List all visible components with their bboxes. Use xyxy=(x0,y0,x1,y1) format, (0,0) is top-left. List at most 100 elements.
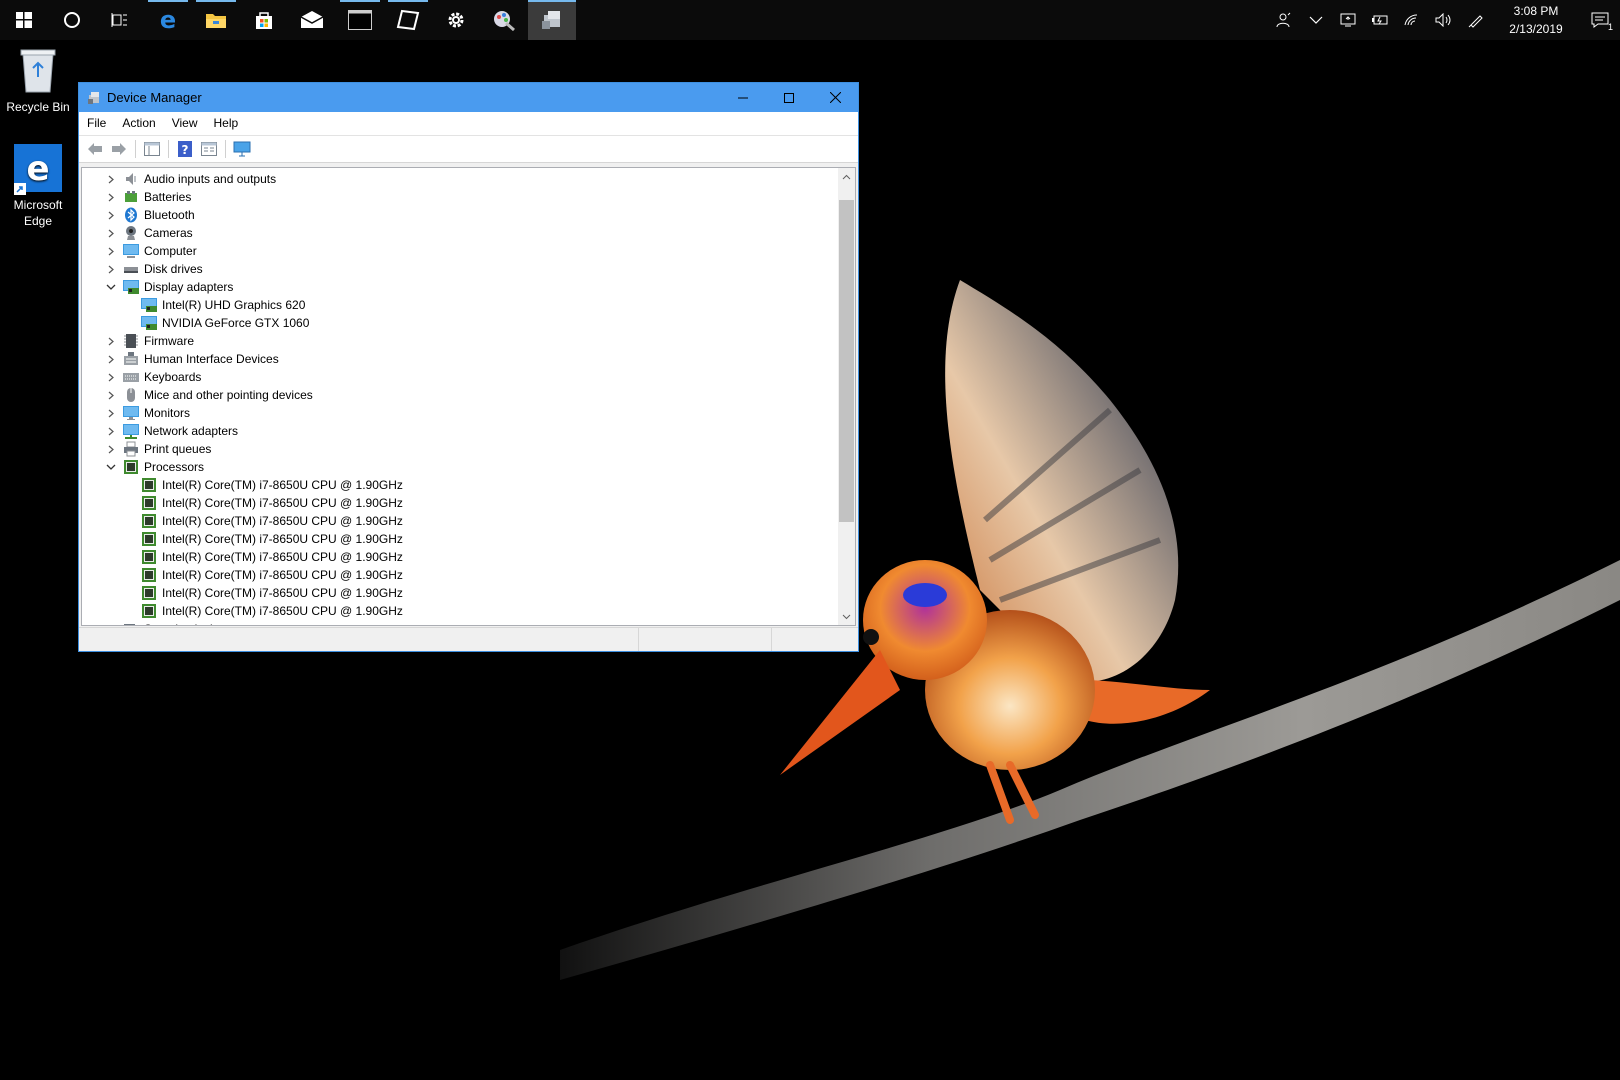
tree-device-row[interactable]: Intel(R) Core(TM) i7-8650U CPU @ 1.90GHz xyxy=(82,584,839,602)
maximize-button[interactable] xyxy=(766,83,812,112)
menu-view[interactable]: View xyxy=(164,112,206,135)
chevron-right-icon[interactable] xyxy=(104,224,118,242)
battery-tray-button[interactable] xyxy=(1364,0,1396,40)
terminal-button[interactable] xyxy=(336,0,384,40)
properties-button[interactable] xyxy=(197,138,220,160)
chevron-right-icon[interactable] xyxy=(104,260,118,278)
help-button[interactable]: ? xyxy=(173,138,196,160)
back-button[interactable] xyxy=(83,138,106,160)
chevron-right-icon[interactable] xyxy=(104,332,118,350)
chevron-right-icon[interactable] xyxy=(104,386,118,404)
tree-item-label: Intel(R) Core(TM) i7-8650U CPU @ 1.90GHz xyxy=(162,478,403,492)
window-titlebar[interactable]: Device Manager xyxy=(79,83,858,112)
menu-file[interactable]: File xyxy=(79,112,114,135)
chevron-right-icon[interactable] xyxy=(104,404,118,422)
settings-button[interactable] xyxy=(432,0,480,40)
minimize-button[interactable] xyxy=(720,83,766,112)
tree-category-row[interactable]: Processors xyxy=(82,458,839,476)
tree-category-row[interactable]: Disk drives xyxy=(82,260,839,278)
edge-taskbar-button[interactable]: e xyxy=(144,0,192,40)
tree-device-row[interactable]: Intel(R) Core(TM) i7-8650U CPU @ 1.90GHz xyxy=(82,530,839,548)
menu-help[interactable]: Help xyxy=(206,112,247,135)
processor-icon xyxy=(140,512,158,530)
scrollbar-thumb[interactable] xyxy=(839,200,854,522)
file-explorer-button[interactable] xyxy=(192,0,240,40)
terminal-icon xyxy=(348,10,372,30)
tree-category-row[interactable]: Audio inputs and outputs xyxy=(82,170,839,188)
volume-tray-button[interactable] xyxy=(1428,0,1460,40)
tree-device-row[interactable]: Intel(R) Core(TM) i7-8650U CPU @ 1.90GHz xyxy=(82,494,839,512)
tree-category-row[interactable]: Bluetooth xyxy=(82,206,839,224)
scroll-down-button[interactable] xyxy=(838,608,855,625)
tree-category-row[interactable]: Keyboards xyxy=(82,368,839,386)
network-tray-button[interactable] xyxy=(1396,0,1428,40)
edge-desktop-icon[interactable]: e Microsoft Edge xyxy=(0,144,76,229)
recycle-bin-desktop-icon[interactable]: Recycle Bin xyxy=(0,44,76,115)
pen-tray-button[interactable] xyxy=(1460,0,1492,40)
tree-category-row[interactable]: Human Interface Devices xyxy=(82,350,839,368)
tree-category-row[interactable]: Firmware xyxy=(82,332,839,350)
tree-category-row[interactable]: Computer xyxy=(82,242,839,260)
chevron-right-icon[interactable] xyxy=(104,422,118,440)
store-bag-icon xyxy=(256,12,272,29)
chevron-right-icon[interactable] xyxy=(104,440,118,458)
vertical-scrollbar[interactable] xyxy=(838,168,855,625)
tree-item-label: Network adapters xyxy=(144,424,239,438)
monitor-icon xyxy=(122,404,140,422)
clock-date: 2/13/2019 xyxy=(1509,22,1563,36)
taskbar-clock[interactable]: 3:08 PM 2/13/2019 xyxy=(1496,2,1576,38)
tree-device-row[interactable]: Intel(R) Core(TM) i7-8650U CPU @ 1.90GHz xyxy=(82,602,839,620)
tree-device-row[interactable]: Intel(R) Core(TM) i7-8650U CPU @ 1.90GHz xyxy=(82,566,839,584)
tree-device-row[interactable]: Intel(R) Core(TM) i7-8650U CPU @ 1.90GHz xyxy=(82,548,839,566)
chevron-right-icon[interactable] xyxy=(104,350,118,368)
tree-device-row[interactable]: Intel(R) UHD Graphics 620 xyxy=(82,296,839,314)
tree-category-row[interactable]: Batteries xyxy=(82,188,839,206)
tree-device-row[interactable]: NVIDIA GeForce GTX 1060 xyxy=(82,314,839,332)
task-view-button[interactable] xyxy=(96,0,144,40)
chevron-right-icon[interactable] xyxy=(104,368,118,386)
security-device-icon xyxy=(122,620,140,625)
paint3d-button[interactable] xyxy=(384,0,432,40)
device-manager-button[interactable] xyxy=(528,0,576,40)
show-hidden-icons-button[interactable] xyxy=(1300,0,1332,40)
tree-category-row[interactable]: Network adapters xyxy=(82,422,839,440)
snip-button[interactable] xyxy=(480,0,528,40)
tree-device-row[interactable]: Intel(R) Core(TM) i7-8650U CPU @ 1.90GHz xyxy=(82,512,839,530)
mail-button[interactable] xyxy=(288,0,336,40)
tree-item-label: Intel(R) UHD Graphics 620 xyxy=(162,298,306,312)
chevron-right-icon[interactable] xyxy=(104,206,118,224)
start-button[interactable] xyxy=(0,0,48,40)
display-adapter-icon xyxy=(122,278,140,296)
tree-category-row[interactable]: Monitors xyxy=(82,404,839,422)
action-center-button[interactable]: 1 xyxy=(1580,0,1620,40)
show-hide-console-tree-button[interactable] xyxy=(140,138,163,160)
chevron-down-icon[interactable] xyxy=(104,278,118,296)
tree-item-label: Batteries xyxy=(144,190,192,204)
people-button[interactable] xyxy=(1268,0,1300,40)
scan-hardware-button[interactable] xyxy=(230,138,253,160)
display-tray-button[interactable] xyxy=(1332,0,1364,40)
chevron-right-icon[interactable] xyxy=(104,620,118,625)
battery-icon xyxy=(122,188,140,206)
tree-device-row[interactable]: Intel(R) Core(TM) i7-8650U CPU @ 1.90GHz xyxy=(82,476,839,494)
forward-button[interactable] xyxy=(107,138,130,160)
scroll-up-button[interactable] xyxy=(838,168,855,185)
tree-category-row[interactable]: Mice and other pointing devices xyxy=(82,386,839,404)
chevron-right-icon[interactable] xyxy=(104,170,118,188)
tree-category-row[interactable]: Cameras xyxy=(82,224,839,242)
tree-category-row[interactable]: Display adapters xyxy=(82,278,839,296)
processor-icon xyxy=(122,458,140,476)
chevron-down-icon[interactable] xyxy=(104,458,118,476)
firmware-icon xyxy=(122,332,140,350)
chevron-right-icon[interactable] xyxy=(104,242,118,260)
tree-item-label: NVIDIA GeForce GTX 1060 xyxy=(162,316,310,330)
close-button[interactable] xyxy=(812,83,858,112)
cortana-button[interactable] xyxy=(48,0,96,40)
tree-category-row[interactable]: Security devices xyxy=(82,620,839,625)
tree-category-row[interactable]: Print queues xyxy=(82,440,839,458)
chevron-right-icon[interactable] xyxy=(104,188,118,206)
printer-icon xyxy=(122,440,140,458)
store-button[interactable] xyxy=(240,0,288,40)
menu-action[interactable]: Action xyxy=(114,112,163,135)
snip-icon xyxy=(396,9,420,31)
